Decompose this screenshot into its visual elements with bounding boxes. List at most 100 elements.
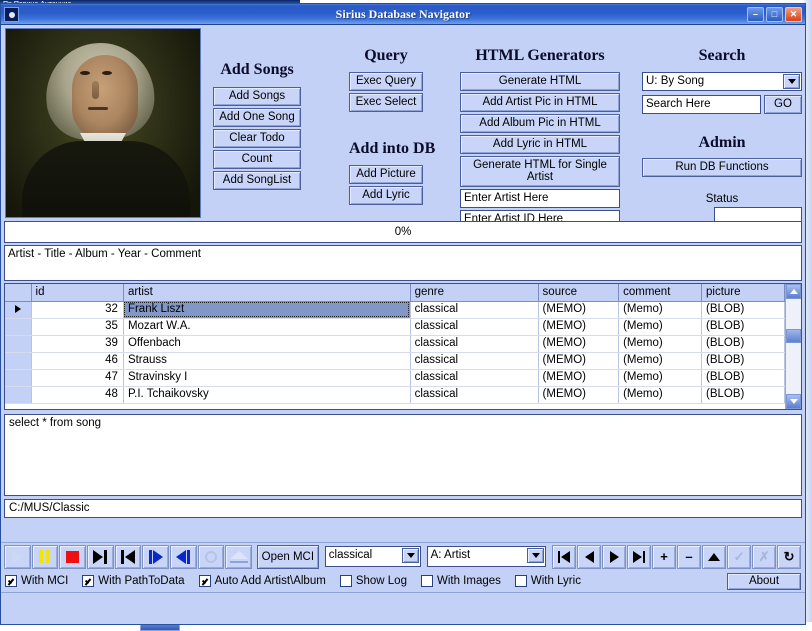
cell-artist[interactable]: Stravinsky I <box>123 369 411 387</box>
data-grid[interactable]: id artist genre source comment picture 3… <box>4 283 802 410</box>
column-header-picture[interactable]: picture <box>701 284 785 302</box>
genre-select[interactable]: classical <box>324 546 422 567</box>
checkbox-with-lyric[interactable]: With Lyric <box>514 575 581 587</box>
column-header-source[interactable]: source <box>538 284 620 302</box>
scrollbar-thumb[interactable] <box>786 329 801 343</box>
insert-record-button[interactable]: + <box>652 544 677 569</box>
exec-select-button[interactable]: Exec Select <box>349 93 423 112</box>
format-memo[interactable]: Artist - Title - Album - Year - Comment <box>4 245 802 281</box>
cell-genre[interactable]: classical <box>410 335 539 353</box>
scrollbar-track[interactable] <box>786 299 801 394</box>
chevron-down-icon[interactable] <box>783 74 800 89</box>
last-record-button[interactable] <box>627 544 652 569</box>
cell-id[interactable]: 46 <box>31 352 124 370</box>
record-button[interactable] <box>197 544 225 569</box>
cell-picture[interactable]: (BLOB) <box>701 352 785 370</box>
cell-genre[interactable]: classical <box>410 352 539 370</box>
scroll-up-icon[interactable] <box>786 284 801 299</box>
about-button[interactable]: About <box>727 572 801 590</box>
eject-button[interactable] <box>225 544 252 569</box>
column-header-id[interactable]: id <box>31 284 124 302</box>
cell-source[interactable]: (MEMO) <box>538 352 620 370</box>
add-picture-button[interactable]: Add Picture <box>349 165 423 184</box>
maximize-icon[interactable]: □ <box>766 6 783 22</box>
search-mode-select[interactable]: U: By Song <box>642 72 802 91</box>
step-back-button[interactable] <box>169 544 197 569</box>
row-marker[interactable] <box>5 335 32 353</box>
cell-artist[interactable]: Strauss <box>123 352 411 370</box>
cell-id[interactable]: 39 <box>31 335 124 353</box>
cell-comment[interactable]: (Memo) <box>618 301 703 319</box>
table-row[interactable]: 47 Stravinsky Iclassical (MEMO) (Memo) (BLOB… <box>5 369 785 387</box>
step-forward-button[interactable] <box>142 544 169 569</box>
checkbox-show-log[interactable]: Show Log <box>339 575 407 587</box>
path-field[interactable]: C:/MUS/Classic <box>4 499 802 518</box>
pause-button[interactable] <box>31 544 59 569</box>
add-album-pic-html-button[interactable]: Add Album Pic in HTML <box>460 114 620 133</box>
post-edit-button[interactable]: ✓ <box>727 544 752 569</box>
cancel-edit-button[interactable]: ✗ <box>752 544 777 569</box>
generate-html-button[interactable]: Generate HTML <box>460 72 620 91</box>
edit-record-button[interactable] <box>702 544 727 569</box>
row-marker[interactable] <box>5 352 32 370</box>
checkbox-with-images[interactable]: With Images <box>420 575 501 587</box>
checkbox-with-pathtodata[interactable]: With PathToData <box>82 575 185 587</box>
sql-editor[interactable]: select * from song <box>4 414 802 496</box>
first-record-button[interactable] <box>552 544 577 569</box>
table-row[interactable]: 39 Offenbach classical (MEMO) (Memo) (BLOB) <box>5 335 785 353</box>
cell-genre[interactable]: classical <box>410 369 539 387</box>
close-icon[interactable]: ✕ <box>785 6 802 22</box>
cell-artist[interactable]: Mozart W.A. <box>123 318 411 336</box>
next-track-button[interactable] <box>86 544 114 569</box>
cell-source[interactable]: (MEMO) <box>538 301 620 319</box>
cell-artist[interactable]: Frank Liszt <box>123 301 411 319</box>
cell-genre[interactable]: classical <box>410 301 539 319</box>
column-header-comment[interactable]: comment <box>618 284 703 302</box>
cell-picture[interactable]: (BLOB) <box>701 301 785 319</box>
table-row[interactable]: 46 Strauss classical (MEMO) (Memo) (BLOB) <box>5 352 785 370</box>
prior-record-button[interactable] <box>577 544 602 569</box>
cell-id[interactable]: 32 <box>31 301 124 319</box>
cell-comment[interactable]: (Memo) <box>618 352 703 370</box>
cell-comment[interactable]: (Memo) <box>618 369 703 387</box>
row-marker[interactable] <box>5 369 32 387</box>
cell-id[interactable]: 48 <box>31 386 124 404</box>
minimize-icon[interactable]: – <box>747 6 764 22</box>
next-record-button[interactable] <box>602 544 627 569</box>
cell-id[interactable]: 35 <box>31 318 124 336</box>
exec-query-button[interactable]: Exec Query <box>349 72 423 91</box>
field-select[interactable]: A: Artist <box>426 546 547 567</box>
cell-picture[interactable]: (BLOB) <box>701 318 785 336</box>
cell-source[interactable]: (MEMO) <box>538 335 620 353</box>
grid-vertical-scrollbar[interactable] <box>785 284 801 409</box>
cell-comment[interactable]: (Memo) <box>618 335 703 353</box>
column-header-genre[interactable]: genre <box>410 284 539 302</box>
cell-source[interactable]: (MEMO) <box>538 386 620 404</box>
add-lyric-button[interactable]: Add Lyric <box>349 186 423 205</box>
row-marker[interactable] <box>5 301 32 319</box>
search-input[interactable]: Search Here <box>642 95 761 114</box>
cell-comment[interactable]: (Memo) <box>618 318 703 336</box>
table-row[interactable]: 32 Frank Liszt classical (MEMO) (Memo) (BLOB) <box>5 301 785 319</box>
add-artist-pic-html-button[interactable]: Add Artist Pic in HTML <box>460 93 620 112</box>
cell-picture[interactable]: (BLOB) <box>701 386 785 404</box>
generate-html-single-artist-button[interactable]: Generate HTML for Single Artist <box>460 156 620 187</box>
checkbox-auto-add-artist-album[interactable]: Auto Add Artist\Album <box>198 575 326 587</box>
cell-artist[interactable]: Offenbach <box>123 335 411 353</box>
add-songlist-button[interactable]: Add SongList <box>213 171 301 190</box>
cell-genre[interactable]: classical <box>410 386 539 404</box>
cell-source[interactable]: (MEMO) <box>538 318 620 336</box>
cell-comment[interactable]: (Memo) <box>618 386 703 404</box>
checkbox-with-mci[interactable]: With MCI <box>5 575 68 587</box>
artist-name-input[interactable]: Enter Artist Here <box>460 189 620 208</box>
cell-genre[interactable]: classical <box>410 318 539 336</box>
search-go-button[interactable]: GO <box>764 95 802 114</box>
refresh-data-button[interactable]: ↻ <box>777 544 802 569</box>
scroll-down-icon[interactable] <box>786 394 801 409</box>
cell-artist[interactable]: P.I. Tchaikovsky <box>123 386 411 404</box>
table-row[interactable]: 48 P.I. Tchaikovsky classical (MEMO) (Memo)(… <box>5 386 785 404</box>
row-marker[interactable] <box>5 386 32 404</box>
count-button[interactable]: Count <box>213 150 301 169</box>
cell-picture[interactable]: (BLOB) <box>701 369 785 387</box>
cell-source[interactable]: (MEMO) <box>538 369 620 387</box>
